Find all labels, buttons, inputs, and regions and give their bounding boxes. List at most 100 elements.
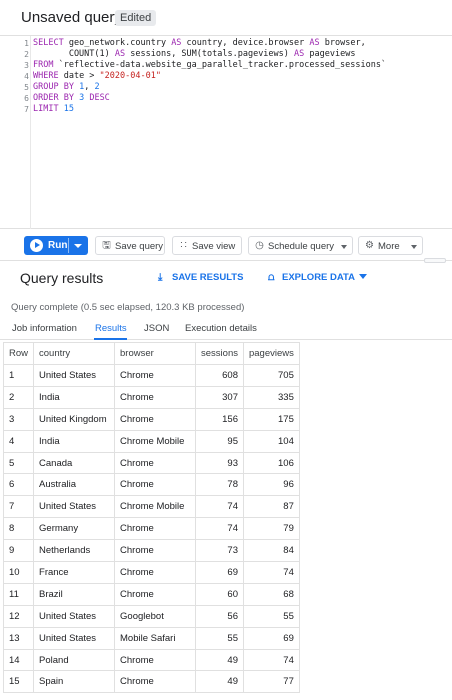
table-cell: Chrome <box>114 385 197 409</box>
results-header: Query results ⤓ SAVE RESULTS ⩍ EXPLORE DAT… <box>0 262 452 292</box>
code-token: FROM <box>33 60 54 70</box>
table-cell: Canada <box>33 451 116 475</box>
table-cell: 14 <box>2 648 35 672</box>
table-cell: 68 <box>242 582 300 606</box>
table-cell: 49 <box>195 670 244 694</box>
save-view-button[interactable]: ∷ Save view <box>172 236 242 255</box>
download-icon: ⤓ <box>158 272 163 283</box>
save-results-button[interactable]: ⤓ SAVE RESULTS <box>158 272 243 283</box>
schedule-query-button[interactable]: ◷ Schedule query <box>248 236 353 255</box>
tab-json[interactable]: JSON <box>144 323 169 334</box>
column-header: browser <box>114 342 197 365</box>
table-cell: Chrome Mobile <box>114 495 197 519</box>
save-icon: 🖫 <box>102 240 111 251</box>
column-header: Row <box>2 342 35 365</box>
table-cell: 73 <box>195 539 244 563</box>
table-cell: 104 <box>242 429 300 453</box>
code-token: , <box>84 82 95 92</box>
query-toolbar: Run 🖫 Save query ∷ Save view ◷ Schedule … <box>0 229 452 261</box>
chevron-down-icon <box>341 245 347 249</box>
table-cell: 10 <box>2 561 35 584</box>
code-token: DESC <box>89 93 110 103</box>
table-cell: Chrome <box>114 670 197 694</box>
table-cell: Chrome <box>114 582 197 606</box>
table-cell: Chrome <box>114 364 197 387</box>
table-cell: 8 <box>2 517 35 541</box>
table-cell: 96 <box>242 473 300 497</box>
code-token: 2 <box>94 82 100 92</box>
code-line: COUNT(1) AS sessions, SUM(totals.pagevie… <box>33 49 356 59</box>
line-number: 6 <box>24 94 29 103</box>
table-row: 1 United States Chrome 608 705 <box>2 364 300 387</box>
tab-results[interactable]: Results <box>95 323 127 334</box>
table-cell: Chrome <box>114 517 197 541</box>
table-cell: Chrome <box>114 473 197 497</box>
more-button[interactable]: ⚙ More <box>358 236 423 255</box>
run-button[interactable]: Run <box>24 236 88 255</box>
table-row: 13 United States Mobile Safari 55 69 <box>2 626 300 650</box>
results-tabs: Job information Results JSON Execution d… <box>0 318 452 340</box>
table-cell: India <box>33 429 116 453</box>
table-cell: 9 <box>2 539 35 563</box>
table-row: 12 United States Googlebot 56 55 <box>2 604 300 628</box>
table-cell: 106 <box>242 451 300 475</box>
explore-data-button[interactable]: ⩍ EXPLORE DATA <box>268 272 355 283</box>
table-cell: Poland <box>33 648 116 672</box>
code-token: date > <box>58 71 100 81</box>
line-number: 3 <box>24 61 29 70</box>
code-token: 15 <box>63 104 74 114</box>
sql-editor[interactable]: 1 2 3 4 5 6 7 SELECT geo_network.country… <box>0 36 452 229</box>
table-cell: 49 <box>195 648 244 672</box>
table-cell: 1 <box>2 364 35 387</box>
table-cell: 12 <box>2 604 35 628</box>
save-query-button[interactable]: 🖫 Save query <box>95 236 165 255</box>
table-cell: Chrome Mobile <box>114 429 197 453</box>
table-row: 4 India Chrome Mobile 95 104 <box>2 429 300 453</box>
table-cell: 79 <box>242 517 300 541</box>
table-cell: 56 <box>195 604 244 628</box>
table-cell: 7 <box>2 495 35 519</box>
table-cell: United States <box>33 604 116 628</box>
table-cell: 74 <box>195 517 244 541</box>
code-token: COUNT(1) <box>33 49 115 59</box>
active-tab-indicator <box>94 338 127 340</box>
tab-job-information[interactable]: Job information <box>12 323 77 334</box>
table-cell: Germany <box>33 517 116 541</box>
line-number: 2 <box>24 50 29 59</box>
table-cell: United States <box>33 364 116 387</box>
code-token: sessions, SUM(totals.pageviews) <box>125 49 295 59</box>
code-token: "2020-04-01" <box>99 71 161 81</box>
code-line: GROUP BY 1, 2 <box>33 82 100 92</box>
table-row: 10 France Chrome 69 74 <box>2 561 300 584</box>
table-cell: 11 <box>2 582 35 606</box>
query-title: Unsaved query <box>21 9 122 26</box>
table-row: 15 Spain Chrome 49 77 <box>2 670 300 694</box>
table-cell: 74 <box>242 561 300 584</box>
chevron-down-icon[interactable] <box>74 244 82 248</box>
table-row: 2 India Chrome 307 335 <box>2 385 300 409</box>
query-header: Unsaved query Edited <box>0 0 452 36</box>
code-line: FROM `reflective-data.website_ga_paralle… <box>33 60 386 70</box>
chevron-down-icon[interactable] <box>359 274 367 279</box>
code-token: pageviews <box>304 49 356 59</box>
table-row: 6 Australia Chrome 78 96 <box>2 473 300 497</box>
table-cell: Spain <box>33 670 116 694</box>
table-cell: Googlebot <box>114 604 197 628</box>
table-cell: 78 <box>195 473 244 497</box>
table-cell: United States <box>33 495 116 519</box>
table-cell: 156 <box>195 407 244 431</box>
table-cell: 3 <box>2 407 35 431</box>
play-icon <box>30 239 43 252</box>
code-token: AS <box>309 38 320 48</box>
code-token: LIMIT <box>33 104 59 114</box>
table-cell: Chrome <box>114 648 197 672</box>
tab-execution-details[interactable]: Execution details <box>185 323 257 334</box>
table-cell: Chrome <box>114 561 197 584</box>
table-row: 7 United States Chrome Mobile 74 87 <box>2 495 300 519</box>
table-cell: 74 <box>195 495 244 519</box>
table-cell: United Kingdom <box>33 407 116 431</box>
code-token: browser, <box>319 38 366 48</box>
line-number-gutter: 1 2 3 4 5 6 7 <box>0 36 31 229</box>
table-cell: 4 <box>2 429 35 453</box>
table-cell: 6 <box>2 473 35 497</box>
